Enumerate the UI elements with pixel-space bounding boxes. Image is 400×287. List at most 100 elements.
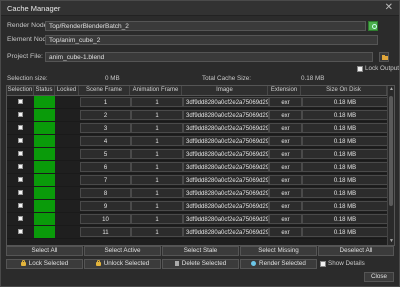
table-row[interactable]: 6 1 3df9dd8280a0cf2e2a75069d29408acf exr 0.1…: [7, 161, 388, 174]
refresh-icon[interactable]: [368, 21, 378, 31]
extension-cell: exr: [269, 110, 302, 120]
locked-cell[interactable]: [55, 213, 79, 225]
close-button[interactable]: Close: [364, 272, 394, 282]
render-node-label: Render Node:: [7, 22, 50, 29]
table-row[interactable]: 9 1 3df9dd8280a0cf2e2a75069d29408acf exr 0.1…: [7, 200, 388, 213]
selection-cell[interactable]: [7, 135, 34, 147]
row-select-checkbox[interactable]: [18, 151, 23, 156]
scene-frame-cell: 5: [80, 149, 131, 159]
row-select-checkbox[interactable]: [18, 190, 23, 195]
locked-cell[interactable]: [55, 148, 79, 160]
row-select-checkbox[interactable]: [18, 177, 23, 182]
selection-cell[interactable]: [7, 109, 34, 121]
locked-cell[interactable]: [55, 135, 79, 147]
select-all-button[interactable]: Select All: [6, 246, 83, 256]
image-cell-text: 3df9dd8280a0cf2e2a75069d29408acf: [186, 230, 269, 236]
deselect-all-button[interactable]: Deselect All: [318, 246, 394, 256]
render-node-select[interactable]: Top/RenderBlenderBatch_2: [45, 21, 366, 31]
scene-frame-cell: 4: [80, 136, 131, 146]
scene-frame-cell: 11: [80, 227, 131, 237]
column-header[interactable]: Status: [34, 86, 55, 95]
scene-frame-cell-text: 9: [103, 204, 108, 210]
column-header[interactable]: Scene Frame: [79, 86, 130, 95]
column-header[interactable]: Image: [182, 86, 268, 95]
animation-frame-cell: 1: [131, 97, 183, 107]
selection-cell[interactable]: [7, 226, 34, 238]
row-select-checkbox[interactable]: [18, 99, 23, 104]
scene-frame-cell-text: 8: [103, 191, 108, 197]
row-select-checkbox[interactable]: [18, 112, 23, 117]
locked-cell[interactable]: [55, 174, 79, 186]
column-header[interactable]: Size On Disk: [301, 86, 387, 95]
column-header[interactable]: Selection: [7, 86, 34, 95]
selection-cell[interactable]: [7, 200, 34, 212]
image-cell: 3df9dd8280a0cf2e2a75069d29408acf: [183, 123, 269, 133]
select-missing-button[interactable]: Select Missing: [240, 246, 317, 256]
vertical-scrollbar[interactable]: ▲ ▼: [387, 86, 394, 245]
folder-icon[interactable]: [379, 52, 389, 62]
extension-cell-text: exr: [281, 152, 290, 158]
table-row[interactable]: 1113df9dd8280a0cf2e2a75069d29408acfexr0.…: [7, 226, 388, 239]
column-header[interactable]: Animation Frame: [130, 86, 182, 95]
element-node-field[interactable]: Top/anim_cube_2: [45, 35, 378, 45]
image-cell: 3df9dd8280a0cf2e2a75069d29408acf: [183, 227, 269, 237]
animation-frame-cell: 1: [131, 188, 183, 198]
selection-cell[interactable]: [7, 187, 34, 199]
unlock-icon: [95, 260, 101, 266]
select-stale-button[interactable]: Select Stale: [162, 246, 239, 256]
table-row[interactable]: 1 1 3df9dd8280a0cf2e2a75069d29408acf exr 0.1…: [7, 96, 388, 109]
table-row[interactable]: 5 1 3df9dd8280a0cf2e2a75069d29408acf exr 0.1…: [7, 148, 388, 161]
project-file-field[interactable]: anim_cube-1.blend: [45, 52, 373, 62]
locked-cell[interactable]: [55, 161, 79, 173]
locked-cell[interactable]: [55, 96, 79, 108]
table-row[interactable]: 10 1 3df9dd8280a0cf2e2a75069d29408acf exr 0.…: [7, 213, 388, 226]
locked-cell[interactable]: [55, 122, 79, 134]
selection-cell[interactable]: [7, 122, 34, 134]
image-cell: 3df9dd8280a0cf2e2a75069d29408acf: [183, 110, 269, 120]
render-selected-button[interactable]: Render Selected: [240, 259, 317, 269]
row-select-checkbox[interactable]: [18, 216, 23, 221]
show-details-checkbox[interactable]: [320, 261, 326, 267]
select-active-button[interactable]: Select Active: [84, 246, 161, 256]
scroll-up-icon[interactable]: ▲: [389, 87, 394, 92]
size-cell-text: 0.18 MB: [333, 126, 357, 132]
lock-selected-button[interactable]: Lock Selected: [6, 259, 83, 269]
scene-frame-cell-text: 1: [103, 100, 108, 106]
column-header[interactable]: Extension: [268, 86, 301, 95]
table-row[interactable]: 2 1 3df9dd8280a0cf2e2a75069d29408acf exr 0.1…: [7, 109, 388, 122]
trash-icon: [174, 261, 179, 266]
selection-cell[interactable]: [7, 148, 34, 160]
selection-cell[interactable]: [7, 161, 34, 173]
column-header[interactable]: Locked: [55, 86, 79, 95]
selection-cell[interactable]: [7, 213, 34, 225]
close-icon[interactable]: ✕: [385, 2, 393, 14]
row-select-checkbox[interactable]: [18, 203, 23, 208]
unlock-selected-button[interactable]: Unlock Selected: [84, 259, 161, 269]
locked-cell[interactable]: [55, 109, 79, 121]
locked-cell[interactable]: [55, 226, 79, 238]
row-select-checkbox[interactable]: [18, 164, 23, 169]
delete-selected-button[interactable]: Delete Selected: [162, 259, 239, 269]
selection-cell[interactable]: [7, 96, 34, 108]
locked-cell[interactable]: [55, 200, 79, 212]
row-select-checkbox[interactable]: [18, 229, 23, 234]
selection-cell[interactable]: [7, 174, 34, 186]
scroll-down-icon[interactable]: ▼: [389, 239, 394, 244]
locked-cell[interactable]: [55, 187, 79, 199]
animation-frame-cell-text: 1: [155, 217, 159, 223]
scrollbar-thumb[interactable]: [389, 96, 393, 206]
scene-frame-cell: 3: [80, 123, 131, 133]
lock-output-checkbox[interactable]: [357, 66, 363, 72]
row-select-checkbox[interactable]: [18, 125, 23, 130]
title-bar[interactable]: Cache Manager ✕: [1, 1, 399, 16]
animation-frame-cell: 1: [131, 227, 183, 237]
table-row[interactable]: 8 1 3df9dd8280a0cf2e2a75069d29408acf exr 0.1…: [7, 187, 388, 200]
table-row[interactable]: 4 1 3df9dd8280a0cf2e2a75069d29408acf exr 0.1…: [7, 135, 388, 148]
table-row[interactable]: 3 1 3df9dd8280a0cf2e2a75069d29408acf exr 0.1…: [7, 122, 388, 135]
delete-selected-label: Delete Selected: [181, 260, 227, 267]
status-cell: [34, 187, 55, 199]
table-row[interactable]: 7 1 3df9dd8280a0cf2e2a75069d29408acf exr 0.1…: [7, 174, 388, 187]
selection-size-label: Selection size:: [7, 75, 48, 82]
lock-output-label: Lock Output: [365, 65, 399, 72]
row-select-checkbox[interactable]: [18, 138, 23, 143]
